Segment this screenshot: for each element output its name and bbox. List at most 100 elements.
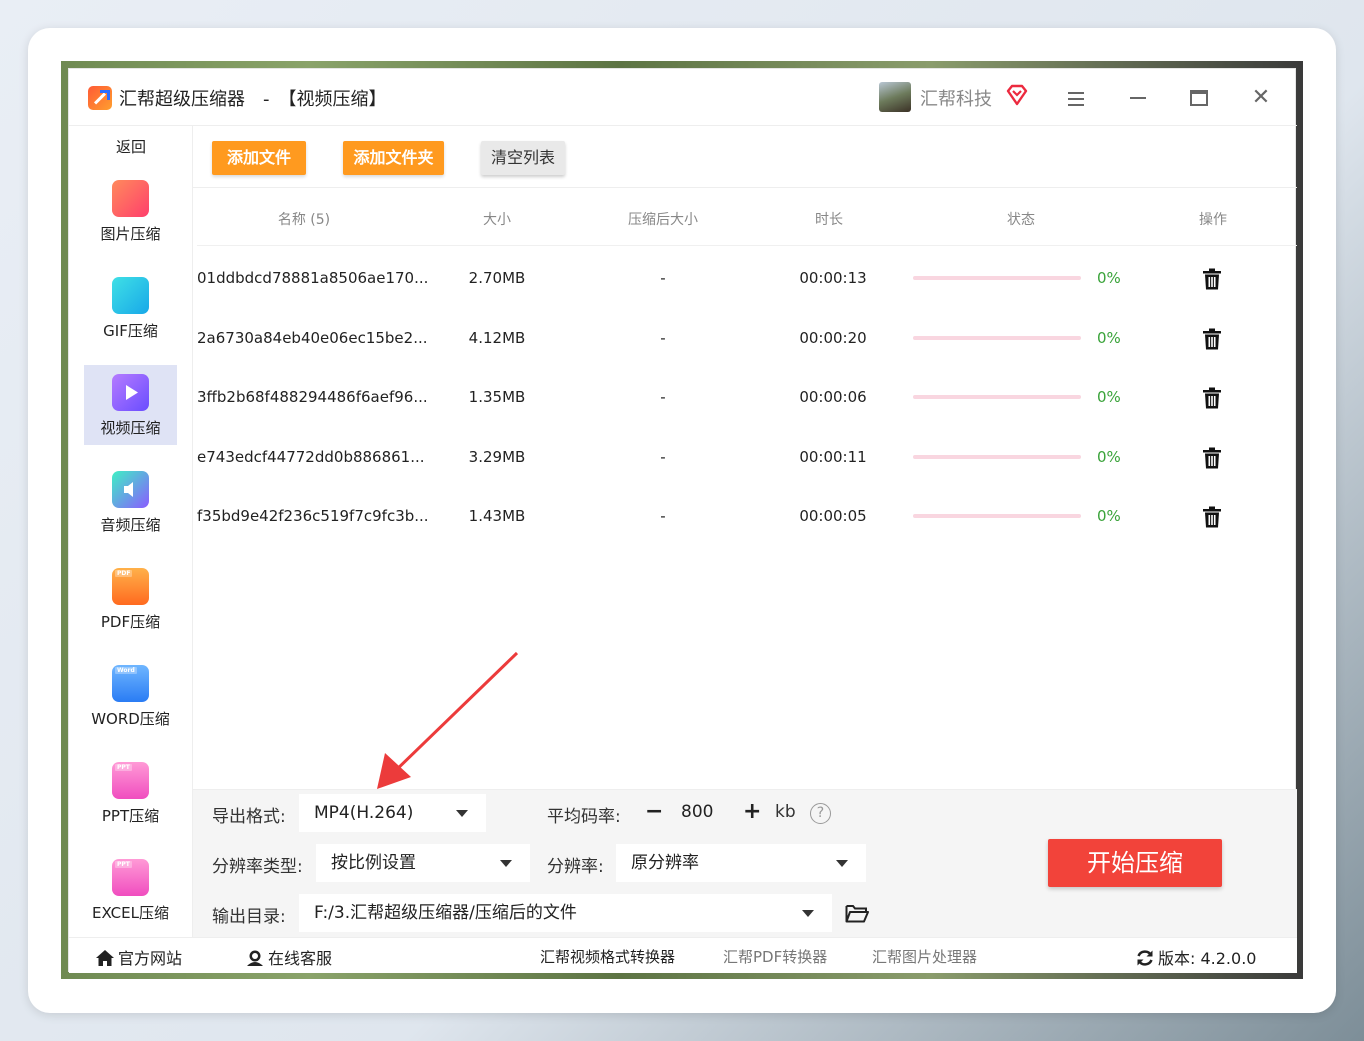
output-dir-value: F:/3.汇帮超级压缩器/压缩后的文件: [314, 903, 577, 923]
compressed-size: -: [660, 388, 666, 407]
add-file-button[interactable]: 添加文件: [212, 141, 306, 175]
excel-compress-icon: PPT: [112, 859, 149, 896]
output-dir-select[interactable]: F:/3.汇帮超级压缩器/压缩后的文件: [299, 894, 832, 932]
file-name: 01ddbdcd78881a8506ae170...: [197, 269, 429, 287]
app-logo-icon: [88, 86, 112, 110]
table-row[interactable]: 3ffb2b68f488294486f6aef96... 1.35MB - 00:00…: [193, 367, 1297, 427]
word-compress-icon: Word: [112, 665, 149, 702]
gif-compress-icon: [112, 277, 149, 314]
sidebar-item-label: GIF压缩: [103, 322, 158, 340]
bitrate-decrease-button[interactable]: −: [645, 799, 663, 824]
sidebar-item-word[interactable]: Word WORD压缩: [84, 656, 177, 736]
sidebar-item-audio[interactable]: 音频压缩: [84, 462, 177, 542]
table-row[interactable]: 2a6730a84eb40e06ec15be2... 4.12MB - 00:00:2…: [193, 308, 1297, 368]
bitrate-increase-button[interactable]: +: [743, 799, 761, 824]
help-icon[interactable]: ?: [810, 803, 831, 824]
image-processor-link[interactable]: 汇帮图片处理器: [872, 946, 977, 967]
header-status: 状态: [1007, 212, 1035, 228]
user-name[interactable]: 汇帮科技: [920, 85, 992, 111]
ppt-tag: PPT: [115, 764, 132, 771]
trash-icon[interactable]: [1202, 268, 1222, 290]
sidebar: 返回 图片压缩 GIF压缩 视频压缩 音频压缩 PDF PDF压缩 Word W…: [69, 126, 193, 938]
app-title: 汇帮超级压缩器 - 【视频压缩】: [119, 89, 387, 110]
clear-list-button[interactable]: 清空列表: [481, 141, 565, 175]
pdf-compress-icon: PDF: [112, 568, 149, 605]
start-compress-button[interactable]: 开始压缩: [1048, 839, 1222, 887]
sidebar-item-label: EXCEL压缩: [92, 904, 169, 922]
sidebar-item-video[interactable]: 视频压缩: [84, 365, 177, 445]
table-row[interactable]: 01ddbdcd78881a8506ae170... 2.70MB - 00:00:1…: [193, 248, 1297, 308]
pdf-converter-link[interactable]: 汇帮PDF转换器: [723, 946, 827, 967]
chevron-down-icon: [456, 810, 468, 817]
sidebar-item-label: 图片压缩: [100, 225, 161, 243]
table-row[interactable]: e743edcf44772dd0b886861... 3.29MB - 00:00:1…: [193, 427, 1297, 487]
progress-percent: 0%: [1097, 507, 1121, 526]
bitrate-unit: kb: [775, 802, 796, 822]
vip-diamond-icon[interactable]: [1005, 83, 1029, 107]
sidebar-item-gif[interactable]: GIF压缩: [84, 268, 177, 348]
resolution-label: 分辨率:: [547, 857, 604, 877]
maximize-icon[interactable]: [1184, 83, 1214, 113]
progress-percent: 0%: [1097, 269, 1121, 287]
version-info[interactable]: 版本: 4.2.0.0: [1135, 945, 1256, 969]
app-window: 汇帮超级压缩器 - 【视频压缩】 汇帮科技 ✕ 返回 图片压缩 GIF压缩 视频…: [68, 68, 1297, 973]
official-website-label: 官方网站: [118, 949, 183, 968]
sidebar-item-label: WORD压缩: [91, 710, 170, 728]
progress-percent: 0%: [1097, 328, 1121, 347]
format-value: MP4(H.264): [314, 803, 414, 823]
bitrate-input[interactable]: 800: [681, 802, 713, 822]
video-converter-link[interactable]: 汇帮视频格式转换器: [540, 946, 675, 967]
progress-bar: [913, 335, 1081, 340]
output-dir-label: 输出目录:: [212, 907, 286, 927]
menu-icon[interactable]: [1061, 83, 1091, 113]
file-name: e743edcf44772dd0b886861...: [197, 447, 425, 466]
resolution-type-label: 分辨率类型:: [212, 857, 303, 877]
online-support-link[interactable]: 在线客服: [245, 945, 332, 969]
file-size: 2.70MB: [468, 269, 526, 287]
trash-icon[interactable]: [1202, 506, 1222, 528]
folder-icon[interactable]: [845, 903, 869, 923]
trash-icon[interactable]: [1202, 387, 1222, 409]
sidebar-item-label: 视频压缩: [100, 419, 161, 437]
refresh-icon: [1137, 950, 1153, 966]
user-avatar[interactable]: [879, 82, 911, 112]
chevron-down-icon: [836, 860, 848, 867]
resolution-type-select[interactable]: 按比例设置: [316, 844, 530, 882]
sidebar-item-image[interactable]: 图片压缩: [84, 171, 177, 251]
home-icon: [96, 950, 114, 966]
trash-icon[interactable]: [1202, 328, 1222, 350]
title-bar: 汇帮超级压缩器 - 【视频压缩】 汇帮科技 ✕: [69, 69, 1297, 126]
minimize-icon[interactable]: [1123, 83, 1153, 113]
file-name: 3ffb2b68f488294486f6aef96...: [197, 388, 428, 407]
video-compress-icon: [112, 374, 149, 411]
file-size: 3.29MB: [468, 447, 526, 466]
add-folder-button[interactable]: 添加文件夹: [343, 141, 444, 175]
compressed-size: -: [660, 447, 666, 466]
excel-tag: PPT: [115, 861, 132, 868]
resolution-select[interactable]: 原分辨率: [616, 844, 866, 882]
image-compress-icon: [112, 180, 149, 217]
sidebar-item-label: PDF压缩: [100, 613, 161, 631]
file-duration: 00:00:11: [799, 447, 867, 466]
format-select[interactable]: MP4(H.264): [299, 794, 486, 832]
compressed-size: -: [660, 269, 666, 287]
table-row[interactable]: f35bd9e42f236c519f7c9fc3b... 1.43MB - 00:00…: [193, 486, 1297, 546]
official-website-link[interactable]: 官方网站: [95, 945, 182, 969]
chevron-down-icon: [802, 910, 814, 917]
compressed-size: -: [660, 328, 666, 347]
sidebar-item-excel[interactable]: PPT EXCEL压缩: [84, 850, 177, 930]
format-label: 导出格式:: [212, 807, 286, 827]
header-name: 名称 (5): [277, 212, 331, 228]
trash-icon[interactable]: [1202, 447, 1222, 469]
sidebar-item-ppt[interactable]: PPT PPT压缩: [84, 753, 177, 833]
file-size: 1.35MB: [468, 388, 526, 407]
back-link[interactable]: 返回: [69, 136, 193, 157]
header-compressed-size: 压缩后大小: [628, 212, 698, 228]
sidebar-item-pdf[interactable]: PDF PDF压缩: [84, 559, 177, 639]
bitrate-label: 平均码率:: [547, 807, 621, 827]
sidebar-item-label: PPT压缩: [101, 807, 160, 825]
toolbar-divider: [193, 187, 1297, 188]
pdf-tag: PDF: [115, 570, 133, 577]
resolution-type-value: 按比例设置: [331, 853, 416, 873]
close-icon[interactable]: ✕: [1246, 83, 1276, 113]
